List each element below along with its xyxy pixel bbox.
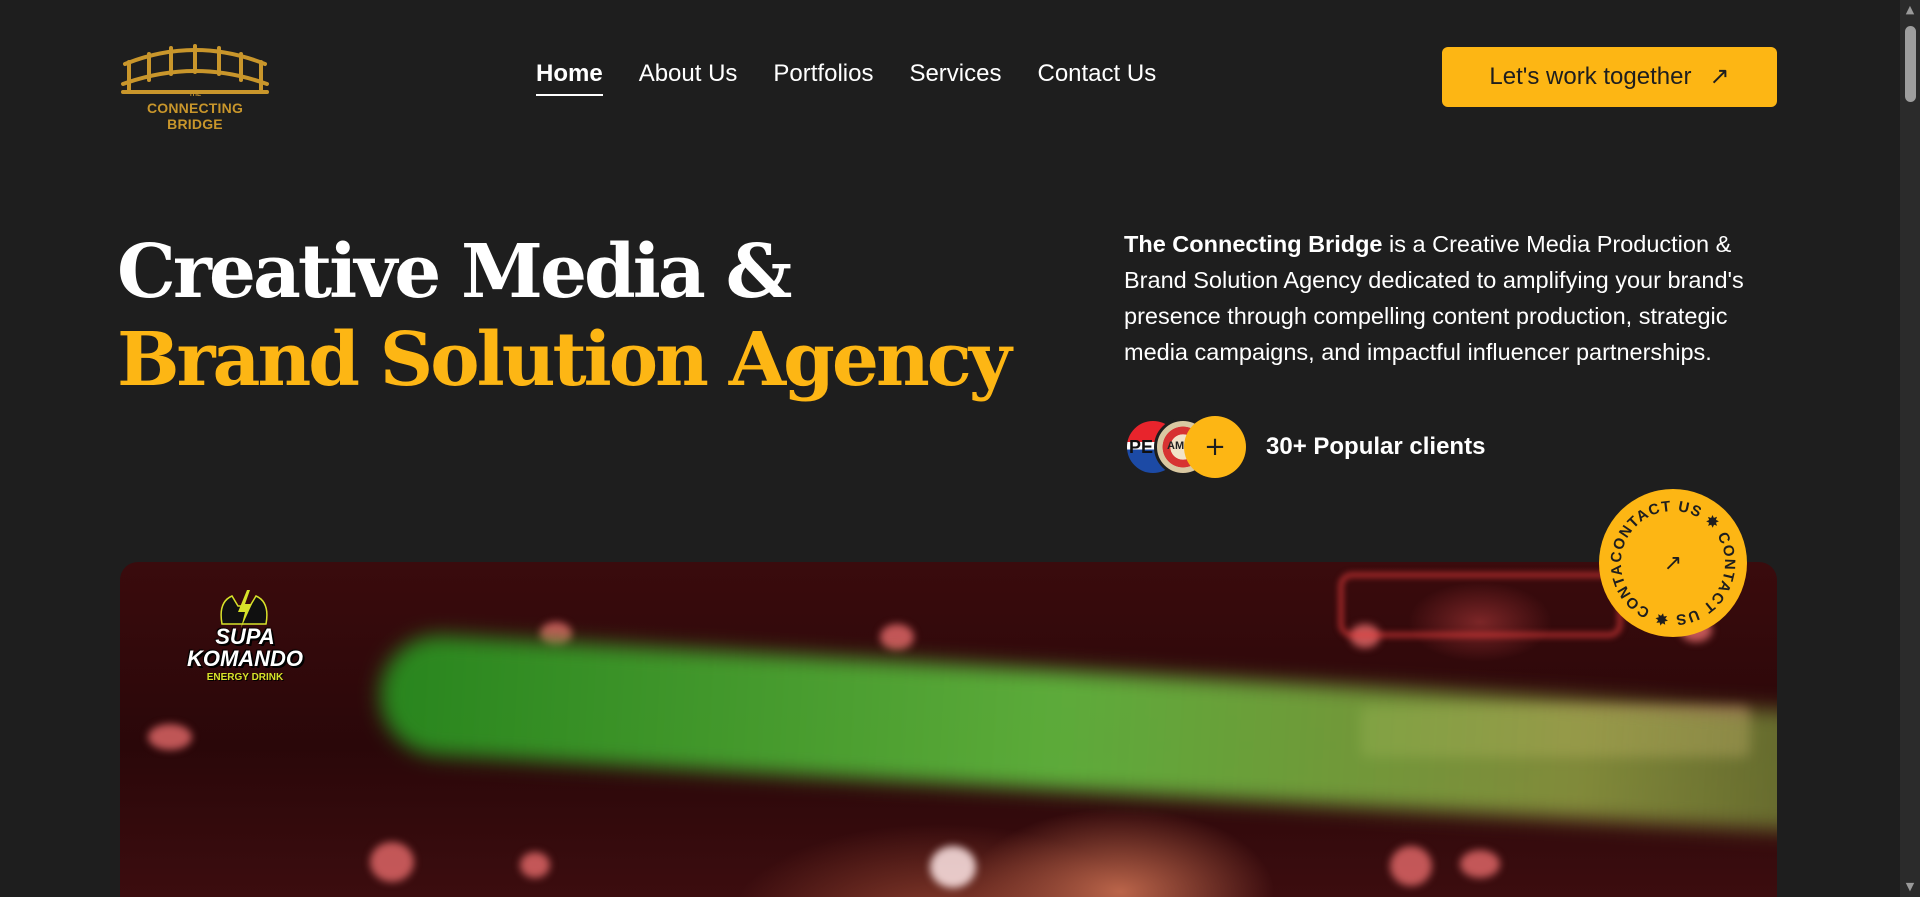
supa-komando-logo: SUPA KOMANDO ENERGY DRINK bbox=[174, 584, 316, 694]
description-brand: The Connecting Bridge bbox=[1124, 231, 1383, 257]
arrow-up-right-icon: ↗ bbox=[1709, 63, 1730, 90]
bokeh-light bbox=[148, 724, 192, 750]
green-light-beam bbox=[376, 632, 1777, 836]
scroll-down-arrow-icon[interactable]: ▼ bbox=[1900, 879, 1920, 895]
clients-count-label: 30+ Popular clients bbox=[1266, 433, 1486, 460]
site-logo[interactable]: THE CONNECTING BRIDGE bbox=[119, 36, 271, 132]
lets-work-together-button[interactable]: Let's work together ↗ bbox=[1442, 47, 1777, 107]
hero-showcase-image: SUPA KOMANDO ENERGY DRINK bbox=[120, 562, 1777, 897]
bokeh-light bbox=[930, 846, 976, 888]
brand-name: SUPA KOMANDO bbox=[174, 626, 316, 670]
more-clients-button[interactable]: + bbox=[1184, 416, 1246, 478]
hero-description: The Connecting Bridge is a Creative Medi… bbox=[1124, 226, 1784, 370]
logo-name: CONNECTING BRIDGE bbox=[146, 100, 244, 132]
bokeh-light bbox=[370, 842, 414, 882]
nav-home[interactable]: Home bbox=[536, 60, 603, 96]
main-nav: Home About Us Portfolios Services Contac… bbox=[536, 60, 1156, 96]
hero-title-line1: Creative Media & bbox=[117, 229, 792, 315]
plus-icon: + bbox=[1204, 432, 1226, 462]
page: THE CONNECTING BRIDGE Home About Us Port… bbox=[0, 0, 1900, 897]
panel-glow bbox=[1338, 572, 1623, 638]
client-avatar-text: AM bbox=[1167, 440, 1185, 452]
scrollbar-thumb[interactable] bbox=[1905, 26, 1916, 102]
nav-portfolios[interactable]: Portfolios bbox=[773, 60, 873, 96]
brand-sub: ENERGY DRINK bbox=[206, 672, 284, 683]
vertical-scrollbar[interactable]: ▲ ▼ bbox=[1900, 0, 1920, 897]
bokeh-light bbox=[520, 852, 550, 878]
cta-label: Let's work together bbox=[1489, 63, 1692, 90]
bokeh-light bbox=[1390, 846, 1432, 886]
hero-title: Creative Media & Brand Solution Agency bbox=[117, 228, 1012, 404]
logo-small-text: THE bbox=[189, 92, 201, 98]
scroll-up-arrow-icon[interactable]: ▲ bbox=[1900, 2, 1920, 18]
nav-contact-us[interactable]: Contact Us bbox=[1037, 60, 1156, 96]
bokeh-light bbox=[1460, 850, 1500, 878]
popular-clients: PE AM + 30+ Popular clients bbox=[1124, 416, 1486, 478]
arrow-up-right-icon: ↗ bbox=[1663, 550, 1683, 576]
bokeh-light bbox=[880, 624, 914, 650]
brand-name-line2: KOMANDO bbox=[186, 646, 304, 671]
nav-about-us[interactable]: About Us bbox=[639, 60, 738, 96]
nav-services[interactable]: Services bbox=[909, 60, 1001, 96]
contact-us-circle-button[interactable]: CONTACT US ✸ CONTACT US ✸ CONTACT US ✸ ↗ bbox=[1599, 489, 1747, 637]
hero-title-line2: Brand Solution Agency bbox=[117, 317, 1012, 403]
client-avatar-text: PE bbox=[1129, 437, 1154, 457]
bridge-logo-icon bbox=[121, 44, 269, 94]
